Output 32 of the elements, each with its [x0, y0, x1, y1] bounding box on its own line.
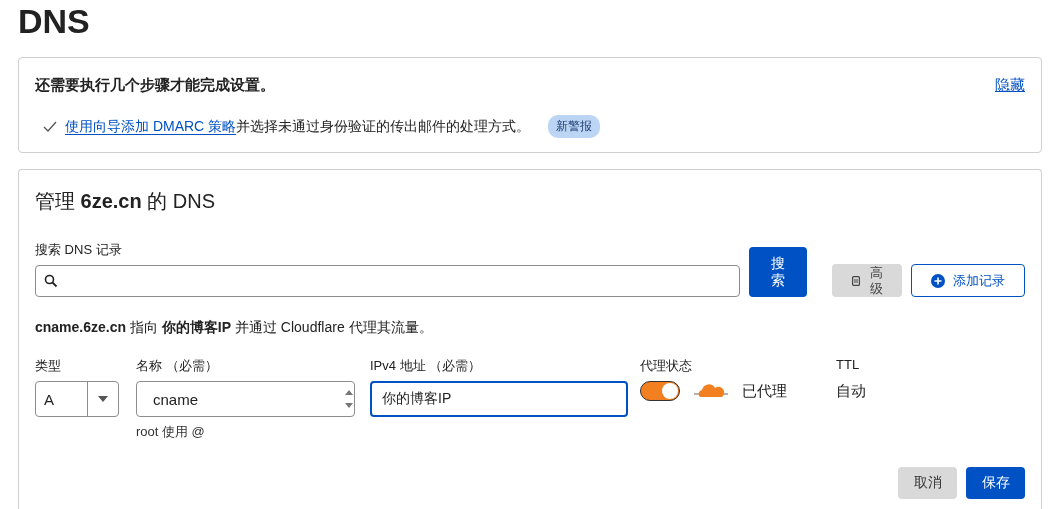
advanced-button[interactable]: 高级 — [832, 264, 902, 297]
save-button[interactable]: 保存 — [966, 467, 1025, 499]
caret-icon — [98, 396, 108, 402]
record-summary: cname.6ze.cn 指向 你的博客IP 并通过 Cloudflare 代理其流量。 — [35, 319, 433, 335]
ipv4-label: IPv4 地址 （必需） — [370, 357, 483, 375]
type-select[interactable]: A — [35, 381, 119, 417]
setup-heading: 还需要执行几个步骤才能完成设置。 — [35, 76, 275, 95]
proxy-status: 已代理 — [742, 381, 787, 401]
add-record-button[interactable]: 添加记录 — [911, 264, 1025, 297]
document-icon — [851, 275, 860, 286]
search-field[interactable] — [35, 265, 740, 297]
search-button[interactable]: 搜索 — [749, 247, 807, 297]
name-hint: root 使用 @ — [136, 423, 206, 441]
ipv4-field[interactable]: 你的博客IP — [370, 381, 628, 417]
name-field[interactable]: cname — [136, 381, 355, 417]
ttl-label: TTL — [836, 357, 861, 372]
cloud-icon — [694, 384, 728, 398]
search-label: 搜索 DNS 记录 — [35, 241, 123, 259]
proxy-toggle[interactable] — [640, 381, 680, 401]
type-label: 类型 — [35, 357, 62, 375]
dns-title: 管理 6ze.cn 的 DNS — [35, 190, 216, 212]
cancel-button[interactable]: 取消 — [898, 467, 957, 499]
search-icon — [44, 274, 58, 288]
ttl-value: 自动 — [836, 382, 867, 401]
plus-circle-icon — [931, 273, 945, 288]
step-text: 使用向导添加 DMARC 策略并选择未通过身份验证的传出邮件的处理方式。 — [65, 117, 531, 136]
hide-link[interactable]: 隐藏 — [995, 76, 1025, 95]
wizard-link[interactable]: 使用向导添加 DMARC 策略 — [65, 117, 237, 135]
new-alert-badge: 新警报 — [548, 115, 601, 138]
proxy-label: 代理状态 — [640, 357, 693, 375]
page-title: DNS — [18, 1, 91, 42]
name-label: 名称 （必需） — [136, 357, 219, 375]
